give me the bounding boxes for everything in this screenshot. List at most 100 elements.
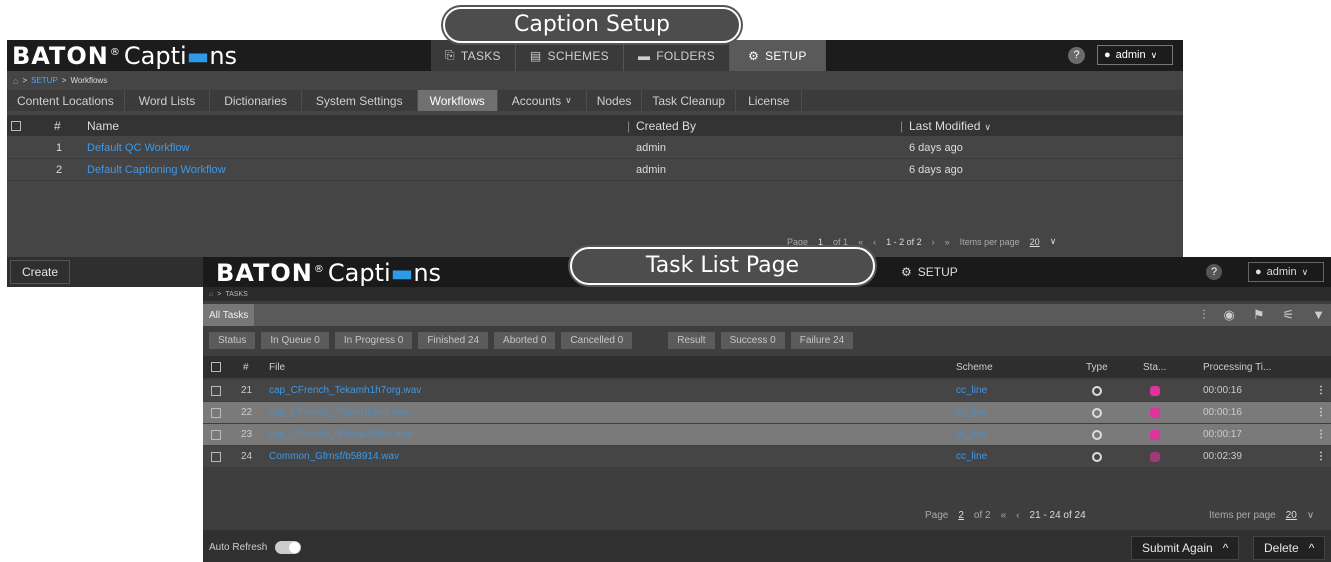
tab-all-tasks[interactable]: All Tasks	[203, 304, 255, 326]
row-menu-icon[interactable]: ⋮	[1316, 429, 1326, 440]
breadcrumb-workflows: Workflows	[70, 76, 108, 85]
baton-captions-logo: BATON ® Capti ▬ ns	[216, 259, 442, 287]
table-row[interactable]: 2 Default Captioning Workflow admin 6 da…	[7, 160, 1183, 181]
col-num: #	[54, 118, 61, 133]
auto-refresh-toggle[interactable]	[275, 541, 302, 554]
filter-finished[interactable]: Finished 24	[418, 331, 489, 349]
nav-tasks[interactable]: ⎘ TASKS	[431, 40, 516, 71]
select-all-checkbox[interactable]	[11, 120, 21, 131]
page-input[interactable]: 2	[958, 510, 964, 521]
row-menu-icon[interactable]: ⋮	[1316, 451, 1326, 462]
chart-icon[interactable]: ⫶	[1202, 307, 1205, 323]
file-link[interactable]: cap_CFrench_0h6mp2b8kd.wav	[269, 429, 413, 440]
col-status[interactable]: Sta...	[1143, 362, 1166, 373]
tab-nodes[interactable]: Nodes	[587, 90, 643, 111]
delete-button[interactable]: Delete ^	[1253, 536, 1326, 560]
last-page-button[interactable]: »	[945, 237, 950, 247]
col-processing-time[interactable]: Processing Ti...	[1203, 362, 1271, 373]
status-icon[interactable]: ◉	[1223, 307, 1234, 323]
col-created-by[interactable]: Created By	[636, 119, 696, 133]
tab-content-locations[interactable]: Content Locations	[7, 90, 125, 111]
caption-setup-callout: Caption Setup	[443, 7, 741, 43]
filter-icon[interactable]: ▼	[1312, 307, 1325, 323]
status-label: Status	[209, 331, 256, 349]
task-list-callout: Task List Page	[570, 247, 875, 285]
breadcrumb-setup[interactable]: SETUP	[31, 76, 58, 85]
filter-in-queue[interactable]: In Queue 0	[261, 331, 329, 349]
row-menu-icon[interactable]: ⋮	[1316, 385, 1326, 396]
type-icon	[1092, 451, 1102, 462]
prev-page-button[interactable]: ‹	[1016, 510, 1019, 521]
scheme-link[interactable]: cc_line	[956, 407, 987, 418]
filter-in-progress[interactable]: In Progress 0	[334, 331, 413, 349]
filter-cancelled[interactable]: Cancelled 0	[561, 331, 633, 349]
tab-workflows[interactable]: Workflows	[417, 90, 498, 111]
page-input[interactable]: 1	[818, 237, 823, 247]
gear-icon: ⚙	[748, 48, 760, 63]
create-button[interactable]: Create	[10, 260, 70, 284]
user-menu[interactable]: ● admin ∨	[1248, 262, 1324, 282]
auto-refresh: Auto Refresh	[209, 541, 302, 554]
table-row[interactable]: 1 Default QC Workflow admin 6 days ago	[7, 138, 1183, 159]
tab-system-settings[interactable]: System Settings	[302, 90, 418, 111]
items-per-page-select[interactable]: 20	[1030, 237, 1040, 247]
status-filters: Status In Queue 0 In Progress 0 Finished…	[203, 329, 1331, 351]
sort-desc-icon: ∨	[984, 121, 991, 132]
flag-icon[interactable]: ⚑	[1253, 307, 1265, 323]
filter-failure[interactable]: Failure 24	[790, 331, 854, 349]
col-type[interactable]: Type	[1086, 362, 1108, 373]
row-checkbox[interactable]	[211, 407, 221, 418]
filter-aborted[interactable]: Aborted 0	[494, 331, 556, 349]
first-page-button[interactable]: «	[858, 237, 863, 247]
file-link[interactable]: Common_Gfrnsf/b58914.wav	[269, 451, 399, 462]
workflow-link[interactable]: Default Captioning Workflow	[87, 164, 226, 176]
row-checkbox[interactable]	[211, 451, 221, 462]
items-per-page-select[interactable]: 20	[1286, 510, 1297, 521]
home-icon[interactable]: ⌂	[209, 291, 213, 298]
nav-setup[interactable]: ⚙ SETUP	[893, 257, 973, 287]
next-page-button[interactable]: ›	[932, 237, 935, 247]
tab-word-lists[interactable]: Word Lists	[125, 90, 211, 111]
items-per-page: Items per page 20 ∨	[1209, 510, 1315, 521]
baton-captions-logo: BATON ® Capti ▬ ns	[12, 42, 238, 70]
user-menu[interactable]: ● admin ∨	[1097, 45, 1173, 65]
table-row[interactable]: 21 cap_CFrench_Tekamh1h7org.wav cc_line …	[203, 380, 1331, 401]
task-list-screen: BATON ® Capti ▬ ns ⚙ SETUP ? ● admin ∨ ⌂ > TASK…	[203, 257, 1331, 562]
scheme-link[interactable]: cc_line	[956, 451, 987, 462]
help-icon[interactable]: ?	[1068, 47, 1085, 64]
nav-schemes[interactable]: ▤ SCHEMES	[515, 40, 624, 71]
file-link[interactable]: cap_CFrench_Tb9mNb9k4.wav	[269, 407, 410, 418]
row-checkbox[interactable]	[211, 385, 221, 396]
workflow-link[interactable]: Default QC Workflow	[87, 142, 190, 154]
tab-license[interactable]: License	[736, 90, 803, 111]
tab-dictionaries[interactable]: Dictionaries	[210, 90, 302, 111]
submit-again-button[interactable]: Submit Again ^	[1131, 536, 1240, 560]
tab-accounts[interactable]: Accounts ∨	[498, 90, 587, 111]
filter-settings-icon[interactable]: ⚟	[1282, 307, 1294, 323]
help-icon[interactable]: ?	[1206, 264, 1222, 280]
col-name[interactable]: Name	[87, 119, 119, 133]
table-row[interactable]: 22 cap_CFrench_Tb9mNb9k4.wav cc_line 00:…	[203, 402, 1331, 423]
row-checkbox[interactable]	[211, 429, 221, 440]
table-row[interactable]: 24 Common_Gfrnsf/b58914.wav cc_line 00:0…	[203, 446, 1331, 467]
chevron-up-icon: ^	[1308, 541, 1315, 555]
prev-page-button[interactable]: ‹	[873, 237, 876, 247]
scheme-link[interactable]: cc_line	[956, 429, 987, 440]
pagination: Page 1 of 1 « ‹ 1 - 2 of 2 › » Items per…	[787, 236, 1057, 247]
col-scheme[interactable]: Scheme	[956, 362, 993, 373]
nav-folders[interactable]: ▬ FOLDERS	[623, 40, 731, 71]
nav-setup[interactable]: ⚙ SETUP	[730, 40, 826, 71]
col-file[interactable]: File	[269, 362, 285, 373]
chevron-up-icon: ^	[1222, 541, 1229, 555]
home-icon[interactable]: ⌂	[13, 76, 18, 86]
file-link[interactable]: cap_CFrench_Tekamh1h7org.wav	[269, 385, 421, 396]
filter-success[interactable]: Success 0	[720, 331, 785, 349]
row-menu-icon[interactable]: ⋮	[1316, 407, 1326, 418]
tab-task-cleanup[interactable]: Task Cleanup	[642, 90, 737, 111]
select-all-checkbox[interactable]	[211, 362, 221, 372]
col-last-modified[interactable]: Last Modified ∨	[909, 119, 991, 133]
first-page-button[interactable]: «	[1001, 510, 1007, 521]
failure-status-icon	[1150, 385, 1160, 396]
table-row[interactable]: 23 cap_CFrench_0h6mp2b8kd.wav cc_line 00…	[203, 424, 1331, 445]
scheme-link[interactable]: cc_line	[956, 385, 987, 396]
